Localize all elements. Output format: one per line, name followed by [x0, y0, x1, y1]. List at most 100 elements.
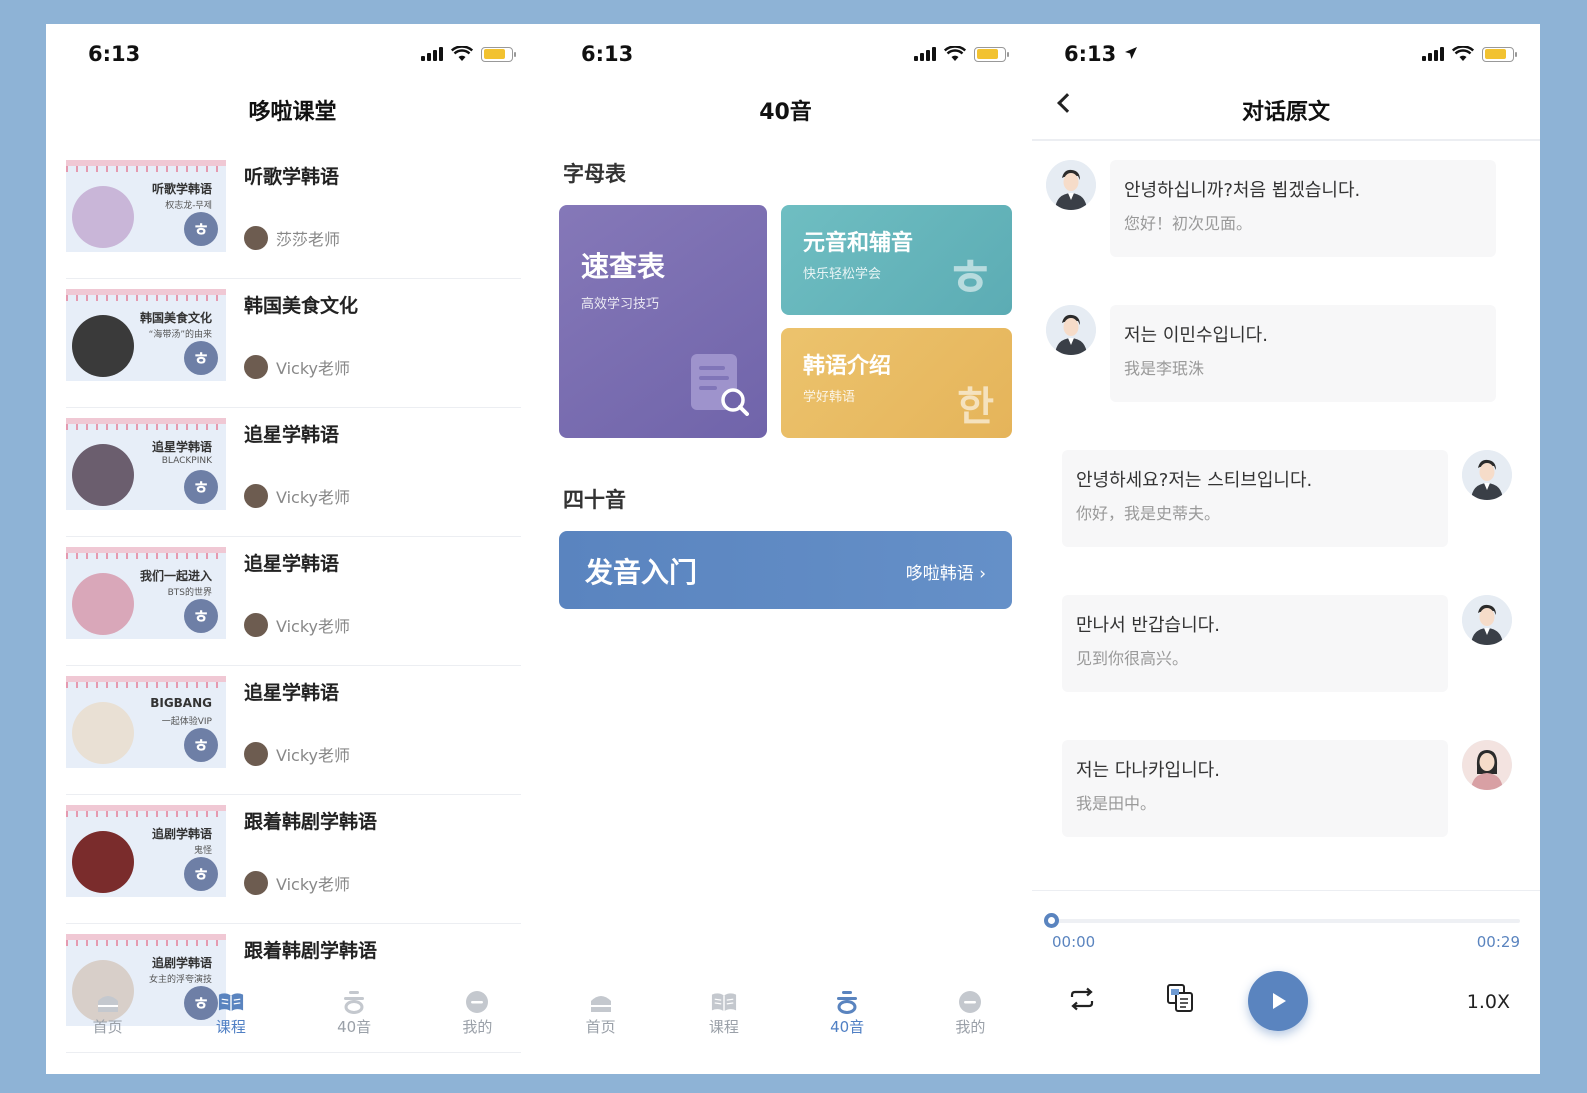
course-teacher: Vicky老师 [244, 613, 350, 637]
tab-course-label: 课程 [215, 1018, 246, 1036]
thumbnail-border [66, 811, 226, 817]
course-item[interactable]: 我们一起进入 BTS的世界ㅎ 追星学韩语 Vicky老师 [66, 537, 521, 666]
dialogue-bubble[interactable]: 저는 이민수입니다. 我是李珉洙 [1110, 305, 1496, 402]
repeat-icon[interactable] [1068, 987, 1096, 1011]
teacher-avatar [244, 742, 268, 766]
tab-40sound-label: 40音 [830, 1018, 865, 1036]
vowel-consonant-title: 元音和辅音 [803, 231, 914, 256]
status-time: 6:13 [1064, 42, 1117, 66]
korean-intro-subtitle: 学好韩语 [803, 390, 856, 405]
thumbnail-title: 韩国美食文化 [139, 311, 212, 325]
document-search-icon [691, 354, 749, 416]
thumbnail-border [66, 424, 226, 430]
wifi-icon [1452, 46, 1474, 61]
chinese-translation: 我是田中。 [1076, 794, 1157, 813]
course-teacher: Vicky老师 [244, 355, 350, 379]
cellular-signal-icon [1422, 47, 1444, 61]
playback-speed[interactable]: 1.0X [1467, 991, 1510, 1013]
vowel-consonant-card[interactable]: 元音和辅音 快乐轻松学会 ㅎ [781, 205, 1012, 315]
course-thumbnail: 我们一起进入 BTS的世界ㅎ [66, 547, 226, 639]
home-icon [95, 990, 121, 1014]
course-item[interactable]: BIGBANG 一起体验VIP ㅎ 追星学韩语 Vicky老师 [66, 666, 521, 795]
course-item[interactable]: 追星学韩语 BLACKPINK ㅎ 追星学韩语 Vicky老师 [66, 408, 521, 537]
speaker-avatar [1462, 740, 1512, 790]
pronunciation-intro-link[interactable]: 哆啦韩语 › [906, 559, 986, 584]
han-glyph-icon: 한 [957, 384, 994, 430]
speaker-avatar [1046, 305, 1096, 355]
tab-40sound-label: 40音 [337, 1018, 372, 1036]
thumbnail-title: 追星学韩语 [151, 440, 212, 454]
thumbnail-title: 听歌学韩语 [151, 182, 212, 196]
thumbnail-illustration [72, 831, 134, 893]
hieut-badge-icon: ㅎ [184, 212, 218, 246]
tab-mine[interactable]: 我的 [416, 990, 539, 1046]
course-thumbnail: 追剧学韩语 鬼怪ㅎ [66, 805, 226, 897]
section-title-forty-sounds: 四十音 [563, 488, 626, 512]
course-item[interactable]: 追剧学韩语 鬼怪ㅎ跟着韩剧学韩语 Vicky老师 [66, 795, 521, 924]
teacher-name: Vicky老师 [276, 746, 351, 765]
course-title: 追星学韩语 [244, 682, 340, 704]
tab-course[interactable]: 课程 [169, 990, 292, 1046]
thumbnail-subtitle: 一起体验VIP [161, 717, 212, 727]
teacher-name: 莎莎老师 [276, 230, 341, 249]
chinese-translation: 见到你很高兴。 [1076, 649, 1189, 668]
korean-sentence: 저는 이민수입니다. [1124, 325, 1268, 346]
korean-intro-title: 韩语介绍 [803, 354, 892, 379]
hieut-glyph-icon: ㅎ [946, 249, 994, 309]
dialogue-bubble[interactable]: 만나서 반갑습니다. 见到你很高兴。 [1062, 595, 1448, 692]
thumbnail-border [66, 682, 226, 688]
teacher-name: Vicky老师 [276, 617, 351, 636]
course-item[interactable]: 听歌学韩语 权志龙-무제 ㅎ听歌学韩语莎莎老师 [66, 150, 521, 279]
section-title-alphabet: 字母表 [563, 162, 626, 186]
book-icon [218, 990, 244, 1014]
tab-40sound[interactable]: 40音 [293, 990, 416, 1046]
course-thumbnail: 追星学韩语 BLACKPINK ㅎ [66, 418, 226, 510]
status-bar: 6:13 [46, 40, 539, 70]
course-thumbnail: 听歌学韩语 权志龙-무제 ㅎ [66, 160, 226, 252]
status-time: 6:13 [88, 42, 141, 66]
tab-mine[interactable]: 我的 [909, 990, 1032, 1046]
cellular-signal-icon [914, 47, 936, 61]
dialogue-bubble[interactable]: 저는 다나카입니다. 我是田中。 [1062, 740, 1448, 837]
hieut-icon [341, 990, 367, 1014]
tab-course-label: 课程 [708, 1018, 739, 1036]
teacher-name: Vicky老师 [276, 359, 351, 378]
quick-reference-card[interactable]: 速查表 高效学习技巧 [559, 205, 767, 438]
chinese-translation: 你好，我是史蒂夫。 [1076, 504, 1221, 523]
tab-home[interactable]: 首页 [539, 990, 662, 1046]
teacher-avatar [244, 613, 268, 637]
status-bar: 6:13 [1032, 40, 1540, 70]
progress-knob[interactable] [1044, 913, 1059, 928]
chinese-translation: 我是李珉洙 [1124, 359, 1205, 378]
course-item[interactable]: 韩国美食文化 “海带汤”的由来ㅎ 韩国美食文化 Vicky老师 [66, 279, 521, 408]
course-thumbnail: 韩国美食文化 “海带汤”的由来ㅎ [66, 289, 226, 381]
dialogue-bubble[interactable]: 안녕하십니까?처음 뵙겠습니다. 您好！初次见面。 [1110, 160, 1496, 257]
translate-toggle-icon[interactable] [1166, 983, 1194, 1013]
page-title: 40音 [759, 100, 812, 125]
screen-40-sounds: 6:13 40音 字母表 速查表 高效学习技巧 元音和辅音 快乐轻松学会 ㅎ 韩… [539, 24, 1032, 1074]
teacher-avatar [244, 484, 268, 508]
battery-icon [1482, 46, 1517, 62]
tab-course[interactable]: 课程 [662, 990, 785, 1046]
page-title: 哆啦课堂 [248, 100, 337, 125]
tab-40sound[interactable]: 40音 [786, 990, 909, 1046]
hieut-icon [834, 990, 860, 1014]
course-teacher: Vicky老师 [244, 484, 350, 508]
korean-intro-card[interactable]: 韩语介绍 学好韩语 한 [781, 328, 1012, 438]
dialogue-bubble[interactable]: 안녕하세요?저는 스티브입니다. 你好，我是史蒂夫。 [1062, 450, 1448, 547]
thumbnail-illustration [72, 573, 134, 635]
thumbnail-illustration [72, 315, 134, 377]
thumbnail-subtitle: BTS的世界 [167, 588, 212, 598]
tab-home[interactable]: 首页 [46, 990, 169, 1046]
progress-track[interactable] [1052, 919, 1520, 923]
play-button[interactable] [1248, 971, 1308, 1031]
cellular-signal-icon [421, 47, 443, 61]
battery-icon [481, 46, 516, 62]
thumbnail-subtitle: “海带汤”的由来 [148, 330, 212, 340]
vowel-consonant-subtitle: 快乐轻松学会 [803, 267, 882, 282]
quick-reference-title: 速查表 [581, 250, 666, 283]
tab-bar: 首页 课程 40音 我的 [539, 990, 1032, 1046]
tab-bar: 首页 课程 40音 我的 [46, 990, 539, 1046]
pronunciation-intro-banner[interactable]: 发音入门 哆啦韩语 › [559, 531, 1012, 609]
book-icon [711, 990, 737, 1014]
